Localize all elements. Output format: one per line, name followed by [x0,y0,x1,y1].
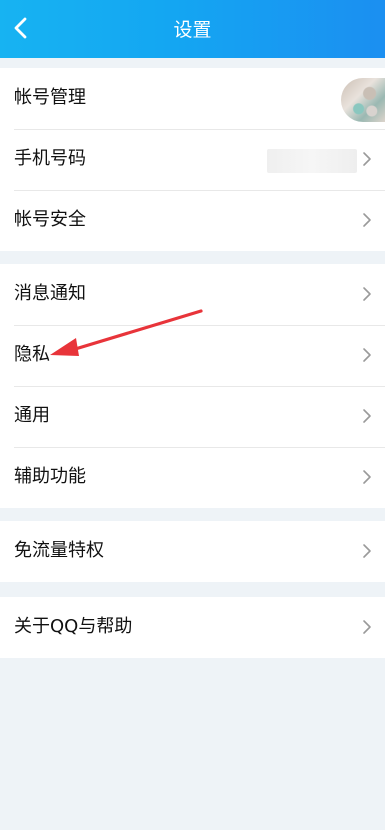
chevron-right-icon [363,409,371,423]
row-label: 辅助功能 [14,466,86,487]
settings-row-account-management[interactable]: 帐号管理 [0,68,385,129]
settings-section-general: 消息通知 隐私 通用 辅助功能 [0,264,385,508]
settings-section-account: 帐号管理 手机号码 帐号安全 [0,68,385,251]
phone-number-value-redacted [267,149,357,173]
settings-section-data: 免流量特权 [0,521,385,582]
row-label: 隐私 [14,344,50,365]
settings-row-phone-number[interactable]: 手机号码 [0,129,385,190]
settings-row-account-security[interactable]: 帐号安全 [0,190,385,251]
chevron-right-icon [363,470,371,484]
row-label: 免流量特权 [14,540,104,561]
settings-row-notifications[interactable]: 消息通知 [0,264,385,325]
avatar [341,78,385,122]
settings-row-privacy[interactable]: 隐私 [0,325,385,386]
page-title: 设置 [173,19,212,41]
row-label: 消息通知 [14,283,86,304]
row-label: 关于QQ与帮助 [14,616,133,637]
row-label: 通用 [14,405,50,426]
settings-row-general[interactable]: 通用 [0,386,385,447]
chevron-right-icon [363,348,371,362]
settings-row-accessibility[interactable]: 辅助功能 [0,447,385,508]
chevron-right-icon [363,213,371,227]
chevron-right-icon [363,620,371,634]
top-bar: 设置 [0,0,385,58]
settings-section-about: 关于QQ与帮助 [0,597,385,658]
chevron-right-icon [363,287,371,301]
settings-row-free-data[interactable]: 免流量特权 [0,521,385,582]
row-label: 帐号管理 [14,87,86,108]
chevron-right-icon [363,544,371,558]
settings-row-about-help[interactable]: 关于QQ与帮助 [0,597,385,658]
chevron-right-icon [363,152,371,166]
row-label: 手机号码 [14,148,86,169]
row-label: 帐号安全 [14,209,86,230]
